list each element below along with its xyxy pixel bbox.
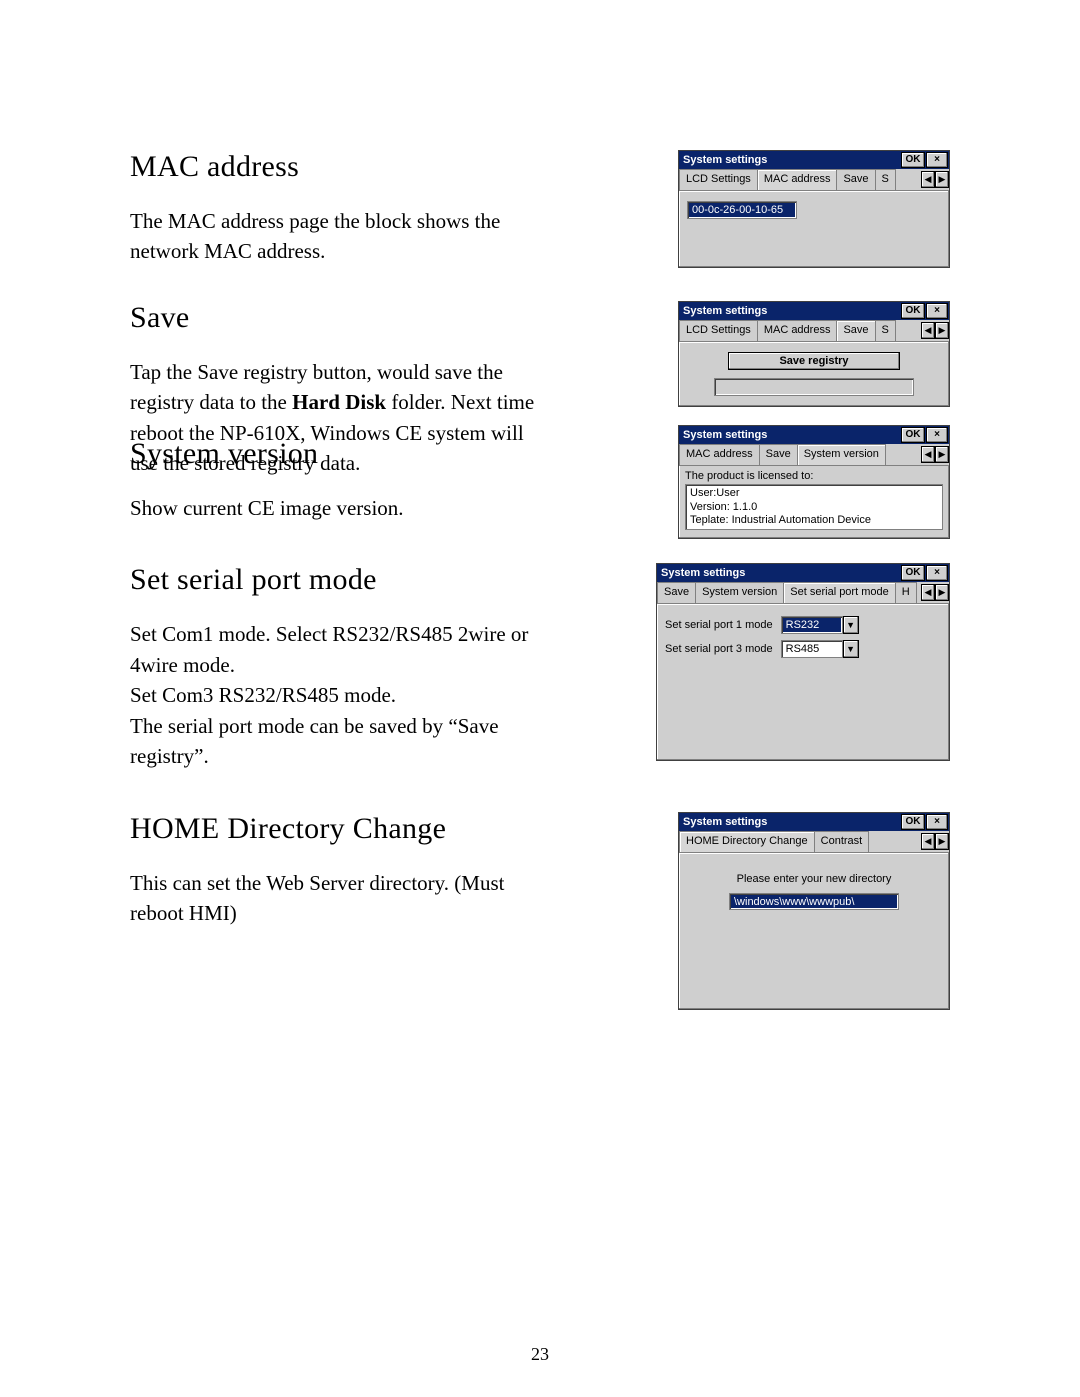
heading-system-version: System version (130, 437, 650, 471)
tab-system-version[interactable]: System version (695, 582, 784, 603)
tab-mac-address[interactable]: MAC address (679, 444, 760, 465)
tabstrip: Save System version Set serial port mode… (657, 582, 949, 604)
mac-address-field[interactable]: 00-0c-26-00-10-65 (687, 201, 797, 219)
dialog-system-version: System settings OK × MAC address Save Sy… (678, 425, 950, 539)
paragraph-home: This can set the Web Server directory. (… (130, 868, 550, 929)
scroll-left-icon[interactable]: ◀ (921, 446, 935, 463)
tab-home-directory[interactable]: HOME Directory Change (679, 831, 815, 853)
port1-value: RS232 (781, 616, 843, 634)
tab-save[interactable]: Save (836, 320, 875, 342)
scroll-left-icon[interactable]: ◀ (921, 322, 935, 339)
chevron-down-icon[interactable]: ▼ (843, 640, 859, 658)
port1-label: Set serial port 1 mode (665, 619, 773, 631)
dialog-title: System settings (679, 151, 901, 169)
port3-dropdown[interactable]: RS485 ▼ (781, 640, 859, 658)
version-info-box: User:User Version: 1.1.0 Teplate: Indust… (685, 484, 943, 530)
scroll-right-icon[interactable]: ▶ (935, 584, 949, 601)
tab-partial[interactable]: S (875, 169, 896, 190)
tab-scroll: ◀ ▶ (921, 582, 949, 603)
dialog-title: System settings (679, 426, 901, 444)
port1-row: Set serial port 1 mode RS232 ▼ (665, 616, 941, 634)
save-registry-button[interactable]: Save registry (728, 352, 900, 370)
port3-row: Set serial port 3 mode RS485 ▼ (665, 640, 941, 658)
tabstrip: HOME Directory Change Contrast ◀ ▶ (679, 831, 949, 853)
titlebar: System settings OK × (679, 426, 949, 444)
tab-mac-address[interactable]: MAC address (757, 169, 838, 191)
paragraph-serial: Set Com1 mode. Select RS232/RS485 2wire … (130, 619, 550, 771)
dialog-title: System settings (657, 564, 901, 582)
save-status-field (714, 378, 914, 396)
licensed-label: The product is licensed to: (679, 466, 949, 484)
tab-save[interactable]: Save (836, 169, 875, 190)
scroll-left-icon[interactable]: ◀ (921, 833, 935, 850)
close-button[interactable]: × (926, 152, 948, 168)
dialog-title: System settings (679, 302, 901, 320)
chevron-down-icon[interactable]: ▼ (843, 616, 859, 634)
scroll-right-icon[interactable]: ▶ (935, 322, 949, 339)
tabstrip: LCD Settings MAC address Save S ◀ ▶ (679, 169, 949, 191)
scroll-left-icon[interactable]: ◀ (921, 584, 935, 601)
ok-button[interactable]: OK (901, 814, 925, 830)
port1-dropdown[interactable]: RS232 ▼ (781, 616, 859, 634)
section-mac: MAC address The MAC address page the blo… (130, 150, 950, 273)
dialog-save: System settings OK × LCD Settings MAC ad… (678, 301, 950, 407)
scroll-left-icon[interactable]: ◀ (921, 171, 935, 188)
page-number: 23 (0, 1344, 1080, 1365)
tab-scroll: ◀ ▶ (921, 444, 949, 465)
tab-serial-port[interactable]: Set serial port mode (783, 582, 895, 604)
tab-mac-address[interactable]: MAC address (757, 320, 838, 341)
dialog-title: System settings (679, 813, 901, 831)
close-button[interactable]: × (926, 427, 948, 443)
directory-input[interactable]: \windows\www\wwwpub\ (729, 893, 899, 910)
directory-prompt: Please enter your new directory (687, 873, 941, 885)
tabstrip: MAC address Save System version ◀ ▶ (679, 444, 949, 466)
tab-scroll: ◀ ▶ (921, 320, 949, 341)
tab-pane: Set serial port 1 mode RS232 ▼ Set seria… (657, 604, 949, 760)
ok-button[interactable]: OK (901, 303, 925, 319)
scroll-right-icon[interactable]: ▶ (935, 446, 949, 463)
paragraph-mac: The MAC address page the block shows the… (130, 206, 550, 267)
titlebar: System settings OK × (679, 302, 949, 320)
dialog-mac: System settings OK × LCD Settings MAC ad… (678, 150, 950, 268)
tabstrip: LCD Settings MAC address Save S ◀ ▶ (679, 320, 949, 342)
tab-lcd-settings[interactable]: LCD Settings (679, 169, 758, 190)
tab-partial[interactable]: H (895, 582, 917, 603)
tab-scroll: ◀ ▶ (921, 169, 949, 190)
heading-save: Save (130, 301, 648, 335)
port3-label: Set serial port 3 mode (665, 643, 773, 655)
tab-partial[interactable]: S (875, 320, 896, 341)
close-button[interactable]: × (926, 565, 948, 581)
tab-save[interactable]: Save (759, 444, 798, 465)
tab-save[interactable]: Save (657, 582, 696, 603)
tab-scroll: ◀ ▶ (921, 831, 949, 852)
titlebar: System settings OK × (679, 151, 949, 169)
heading-home: HOME Directory Change (130, 812, 648, 846)
tab-pane: Please enter your new directory \windows… (679, 853, 949, 1009)
ok-button[interactable]: OK (901, 565, 925, 581)
tab-contrast[interactable]: Contrast (814, 831, 870, 852)
tab-pane: 00-0c-26-00-10-65 (679, 191, 949, 267)
titlebar: System settings OK × (679, 813, 949, 831)
close-button[interactable]: × (926, 303, 948, 319)
ok-button[interactable]: OK (901, 152, 925, 168)
tab-system-version[interactable]: System version (797, 444, 886, 466)
dialog-home: System settings OK × HOME Directory Chan… (678, 812, 950, 1010)
document-page: MAC address The MAC address page the blo… (0, 0, 1080, 1397)
section-home: HOME Directory Change This can set the W… (130, 812, 950, 1010)
tab-lcd-settings[interactable]: LCD Settings (679, 320, 758, 341)
dialog-serial: System settings OK × Save System version… (656, 563, 950, 761)
heading-serial: Set serial port mode (130, 563, 626, 597)
paragraph-system-version: Show current CE image version. (130, 493, 550, 523)
bold-text: Hard Disk (292, 390, 386, 414)
close-button[interactable]: × (926, 814, 948, 830)
port3-value: RS485 (781, 640, 843, 658)
heading-mac: MAC address (130, 150, 648, 184)
scroll-right-icon[interactable]: ▶ (935, 171, 949, 188)
tab-pane: Save registry (679, 342, 949, 406)
scroll-right-icon[interactable]: ▶ (935, 833, 949, 850)
titlebar: System settings OK × (657, 564, 949, 582)
section-serial: Set serial port mode Set Com1 mode. Sele… (130, 563, 950, 777)
ok-button[interactable]: OK (901, 427, 925, 443)
